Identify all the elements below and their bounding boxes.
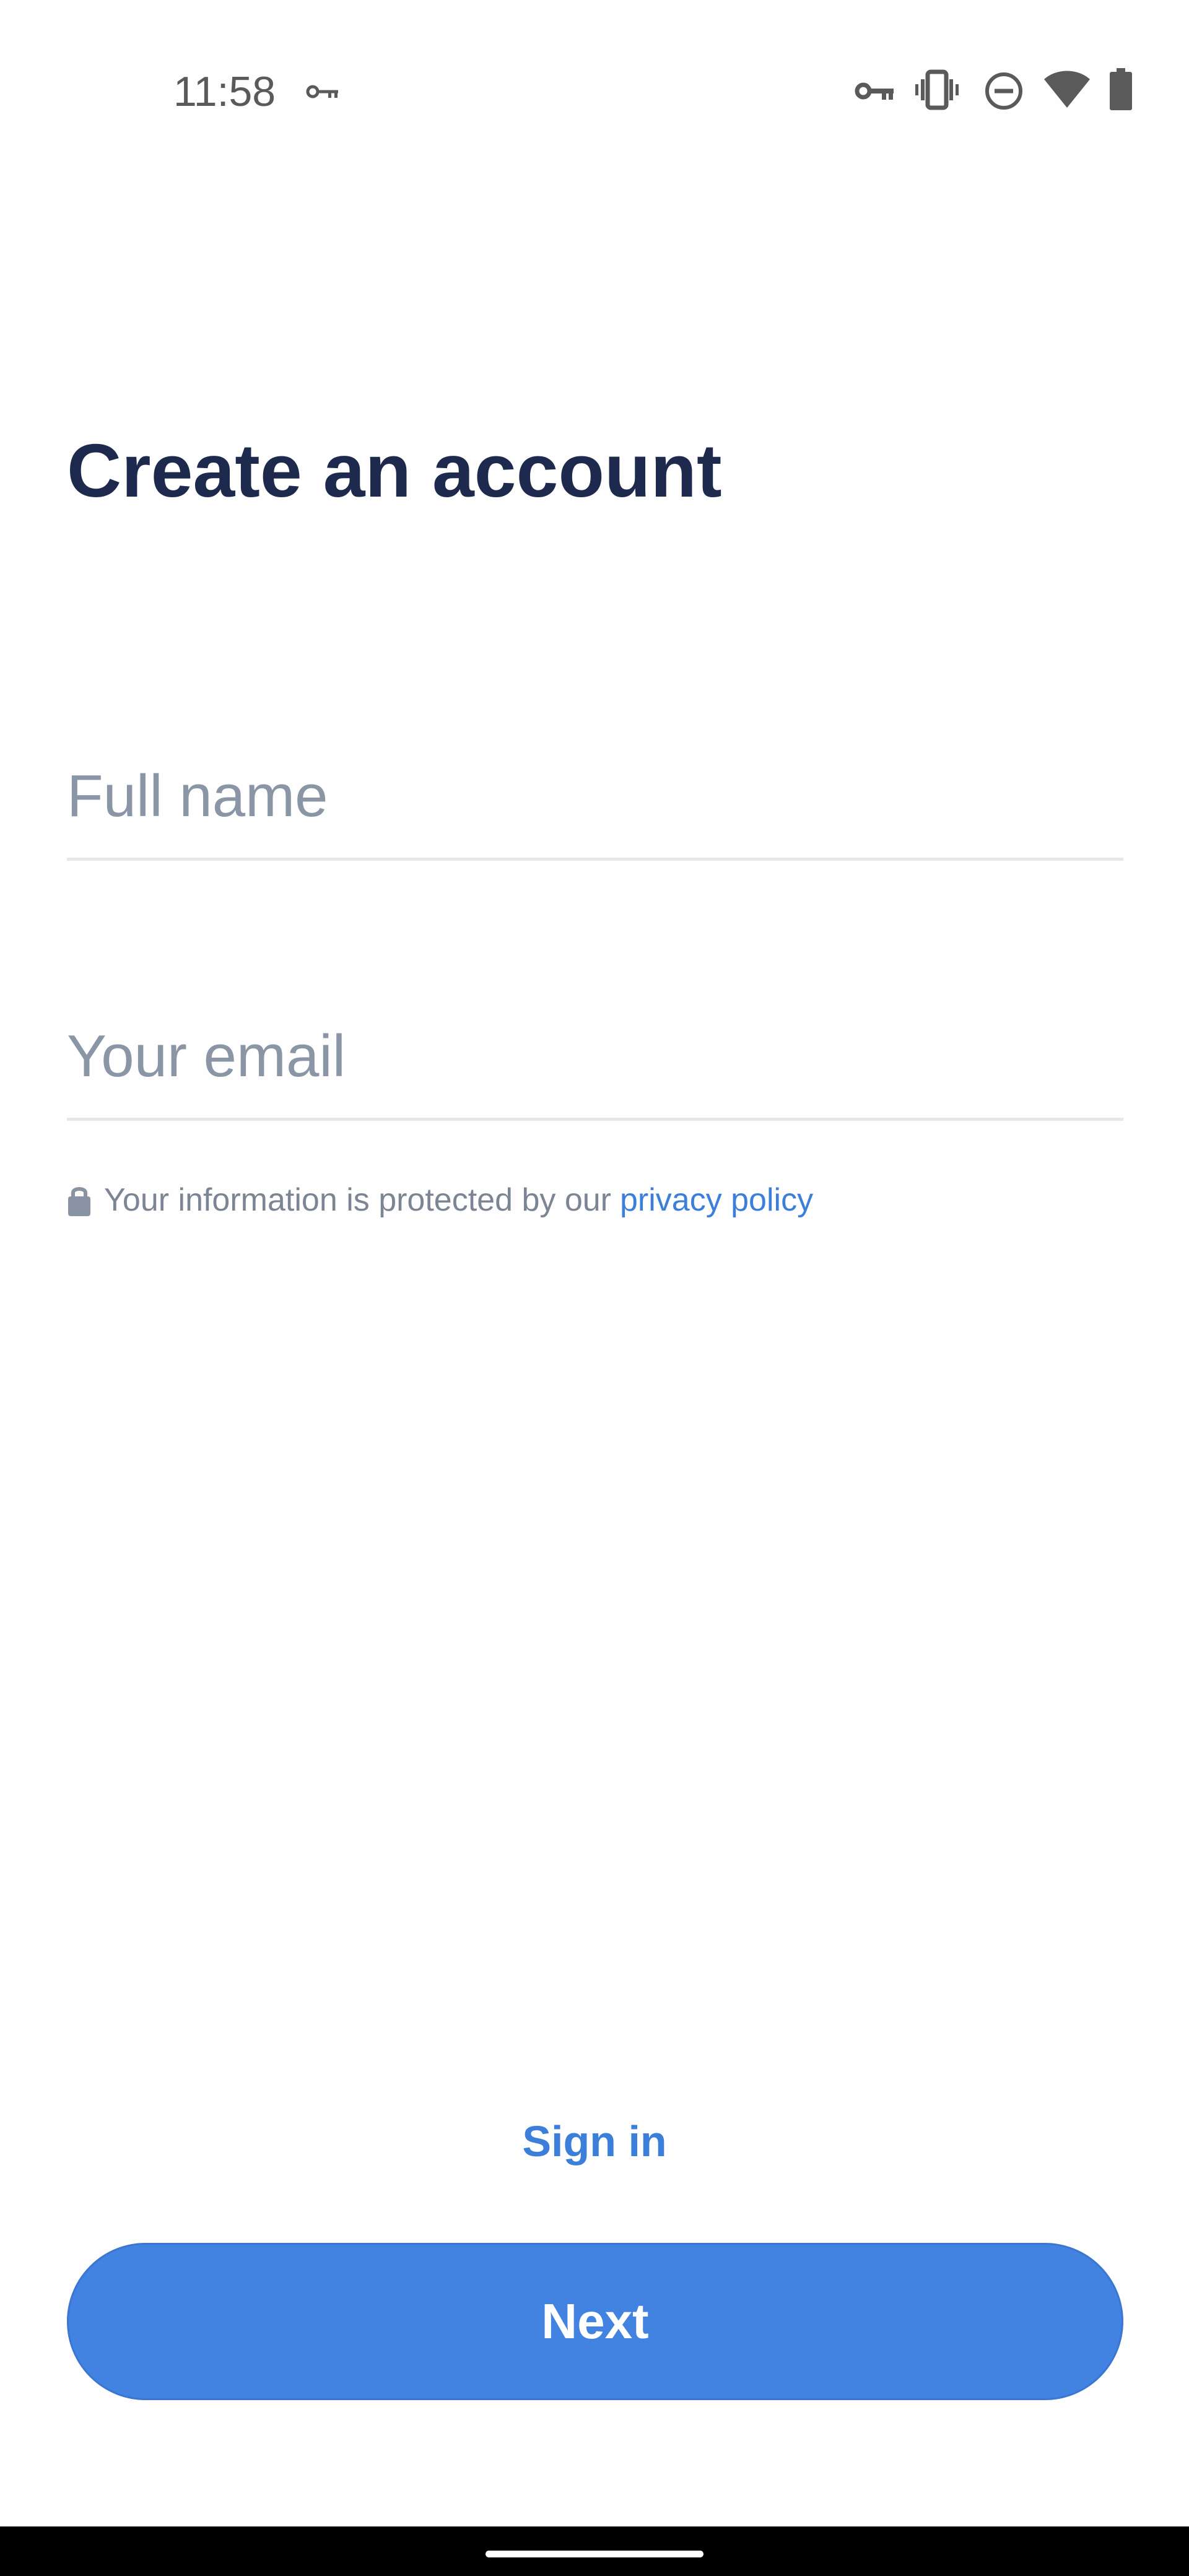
create-account-screen: 11:58 Create an account Full name Your e… xyxy=(0,0,1189,2576)
vibrate-icon xyxy=(915,69,959,110)
battery-icon xyxy=(1110,68,1132,110)
vpn-key-icon xyxy=(306,85,338,98)
sign-in-link[interactable]: Sign in xyxy=(0,2110,1189,2172)
next-button[interactable]: Next xyxy=(67,2243,1123,2400)
full-name-input[interactable] xyxy=(67,762,1123,830)
email-input[interactable] xyxy=(67,1022,1123,1090)
vpn-key-icon xyxy=(855,82,894,100)
page-title: Create an account xyxy=(67,429,722,513)
full-name-field[interactable] xyxy=(67,755,1123,861)
home-indicator[interactable] xyxy=(486,2551,703,2557)
lock-icon xyxy=(68,1187,90,1216)
privacy-note: Your information is protected by our pri… xyxy=(67,1175,813,1225)
do-not-disturb-icon xyxy=(985,72,1022,110)
privacy-text: Your information is protected by our xyxy=(104,1182,611,1218)
email-field[interactable] xyxy=(67,1016,1123,1121)
privacy-policy-link[interactable]: privacy policy xyxy=(620,1181,813,1219)
status-bar: 11:58 xyxy=(0,0,1189,186)
status-time: 11:58 xyxy=(173,68,276,115)
wifi-icon xyxy=(1044,71,1090,108)
